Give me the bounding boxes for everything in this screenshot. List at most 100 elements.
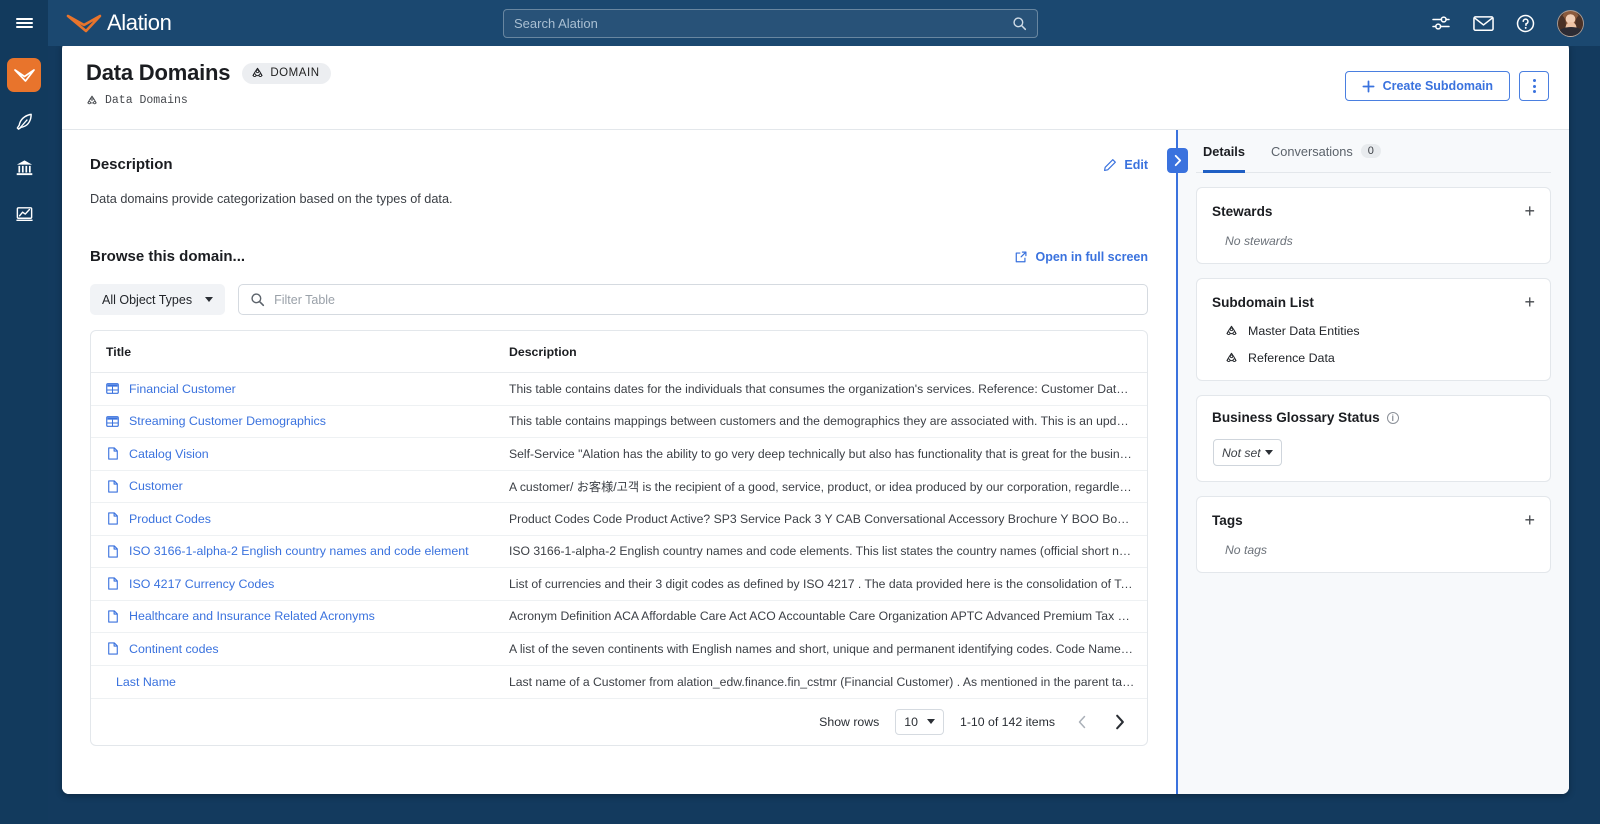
rail-item-bank[interactable] xyxy=(7,150,41,184)
table-row[interactable]: Continent codes A list of the seven conti… xyxy=(91,632,1147,666)
pagination-range: 1-10 of 142 items xyxy=(959,714,1055,729)
object-link[interactable]: Continent codes xyxy=(129,642,219,656)
table-row[interactable]: ISO 3166-1-alpha-2 English country names… xyxy=(91,535,1147,568)
table-row[interactable]: Last Name Last name of a Customer from al… xyxy=(91,665,1147,698)
status-badge: DOMAIN xyxy=(242,62,331,84)
brand[interactable]: Alation xyxy=(66,10,172,36)
object-link[interactable]: ISO 4217 Currency Codes xyxy=(129,577,274,591)
object-type-filter-dropdown[interactable]: All Object Types xyxy=(90,284,226,315)
open-full-screen-button[interactable]: Open in full screen xyxy=(1014,250,1148,264)
rows-per-page-dropdown[interactable]: 10 xyxy=(895,708,944,735)
avatar-body xyxy=(1559,26,1582,36)
table-row[interactable]: Financial Customer This table contains da… xyxy=(91,372,1147,406)
rail-item-quill[interactable] xyxy=(7,104,41,138)
bank-icon xyxy=(16,159,32,175)
page-header: Data Domains DOMAIN Data Domains Create … xyxy=(62,42,1569,130)
object-link[interactable]: Healthcare and Insurance Related Acronym… xyxy=(129,609,375,623)
object-link[interactable]: Last Name xyxy=(116,675,176,689)
subdomain-list-item[interactable]: Reference Data xyxy=(1212,351,1535,365)
add-steward-button[interactable]: + xyxy=(1524,202,1535,220)
breadcrumb-item[interactable]: Data Domains xyxy=(105,94,188,107)
tab-conversations[interactable]: Conversations 0 xyxy=(1271,130,1381,173)
help-icon[interactable] xyxy=(1516,14,1535,33)
rows-per-page-value: 10 xyxy=(904,714,918,729)
column-header-title[interactable]: Title xyxy=(91,331,495,373)
filter-table-box[interactable] xyxy=(238,284,1148,315)
object-link[interactable]: Streaming Customer Demographics xyxy=(129,414,326,428)
next-page-button[interactable] xyxy=(1109,711,1131,733)
panel-collapse-toggle[interactable] xyxy=(1167,148,1188,173)
previous-page-button[interactable] xyxy=(1071,711,1093,733)
hamburger-menu-icon[interactable] xyxy=(0,0,48,46)
document-icon-wrap xyxy=(106,545,119,558)
table-cell-description: Acronym Definition ACA Affordable Care A… xyxy=(495,600,1147,633)
description-header: Description Edit xyxy=(90,156,1148,173)
add-subdomain-button[interactable]: + xyxy=(1524,293,1535,311)
settings-sliders-icon[interactable] xyxy=(1431,14,1451,32)
table-row[interactable]: Catalog Vision Self-Service "Alation has … xyxy=(91,437,1147,471)
object-link[interactable]: Customer xyxy=(129,479,183,493)
tab-conversations-label: Conversations xyxy=(1270,143,1353,159)
domain-icon xyxy=(1226,325,1237,335)
subdomain-list-title: Subdomain List xyxy=(1212,294,1314,310)
info-icon[interactable]: i xyxy=(1386,411,1399,424)
table-cell-title: ISO 3166-1-alpha-2 English country names… xyxy=(91,535,495,568)
tab-details[interactable]: Details xyxy=(1203,130,1245,173)
table-cell-description: List of currencies and their 3 digit cod… xyxy=(495,567,1147,601)
mail-icon[interactable] xyxy=(1473,15,1494,32)
filter-row: All Object Types xyxy=(90,284,1148,315)
content-area: Description Edit Data domains provide ca… xyxy=(62,130,1176,794)
hamburger-bar xyxy=(15,22,33,24)
rail-item-analytics[interactable] xyxy=(7,196,41,230)
more-options-button[interactable] xyxy=(1519,71,1549,101)
rail-item-alation-logo-icon[interactable] xyxy=(7,58,41,92)
subdomain-list-item[interactable]: Master Data Entities xyxy=(1212,324,1535,338)
table-row[interactable]: Streaming Customer Demographics This tabl… xyxy=(91,405,1147,438)
search-box[interactable] xyxy=(503,8,1038,38)
table-row[interactable]: Healthcare and Insurance Related Acronym… xyxy=(91,600,1147,633)
avatar[interactable] xyxy=(1557,9,1584,37)
table-cell-description: Last name of a Customer from alation_edw… xyxy=(509,674,1147,689)
chevron-left-icon xyxy=(1078,715,1086,728)
glossary-status-dropdown[interactable]: Not set xyxy=(1213,439,1282,466)
main-content-card: Data Domains DOMAIN Data Domains Create … xyxy=(62,42,1569,794)
table-cell-title: Streaming Customer Demographics xyxy=(91,405,495,438)
conversations-count-badge: 0 xyxy=(1360,144,1381,158)
table-row[interactable]: ISO 4217 Currency Codes List of currencie… xyxy=(91,567,1147,601)
table-row[interactable]: Product Codes Product Codes Code Product … xyxy=(91,502,1147,536)
table-cell-description: This table contains dates for the indivi… xyxy=(495,372,1147,406)
document-icon xyxy=(107,545,118,558)
document-icon-wrap xyxy=(106,610,119,623)
object-link[interactable]: Financial Customer xyxy=(129,382,236,396)
search-input[interactable] xyxy=(514,15,1012,31)
subdomain-item-label: Master Data Entities xyxy=(1248,324,1360,338)
object-link[interactable]: ISO 3166-1-alpha-2 English country names… xyxy=(129,544,469,558)
table-cell-description: ISO 3166-1-alpha-2 English country names… xyxy=(495,535,1147,568)
table-cell-description: This table contains mappings between cus… xyxy=(495,405,1147,438)
table-row[interactable]: Customer A customer/ お客様/고객 is the recipi… xyxy=(91,470,1147,503)
domain-icon xyxy=(1226,352,1237,362)
table-header-row: Title Description xyxy=(91,331,1147,373)
edit-description-button[interactable]: Edit xyxy=(1103,158,1148,172)
document-icon xyxy=(107,480,118,493)
table-cell-description: A list of the seven continents with Engl… xyxy=(495,632,1147,666)
column-header-description[interactable]: Description xyxy=(495,331,1147,373)
analytics-chart-icon xyxy=(15,206,33,221)
stewards-header: Stewards + xyxy=(1212,202,1535,220)
object-link[interactable]: Product Codes xyxy=(129,512,211,526)
table-cell-title: Catalog Vision xyxy=(91,437,495,471)
table-cell-title: Healthcare and Insurance Related Acronym… xyxy=(91,600,495,633)
filter-table-input[interactable] xyxy=(274,292,1136,307)
document-icon xyxy=(107,577,118,590)
create-subdomain-button[interactable]: Create Subdomain xyxy=(1344,71,1510,101)
search-icon[interactable] xyxy=(1012,16,1027,31)
chevron-down-icon xyxy=(926,719,935,724)
details-panel: Details Conversations 0 Stewards + No st… xyxy=(1167,130,1569,794)
brand-wordmark: Alation xyxy=(107,10,172,35)
description-text: Data domains provide categorization base… xyxy=(90,192,453,206)
add-tag-button[interactable]: + xyxy=(1524,511,1535,529)
chevron-down-icon xyxy=(1265,450,1273,455)
chevron-down-icon xyxy=(205,297,214,302)
object-link[interactable]: Catalog Vision xyxy=(129,447,209,461)
open-full-screen-label: Open in full screen xyxy=(1035,249,1148,264)
